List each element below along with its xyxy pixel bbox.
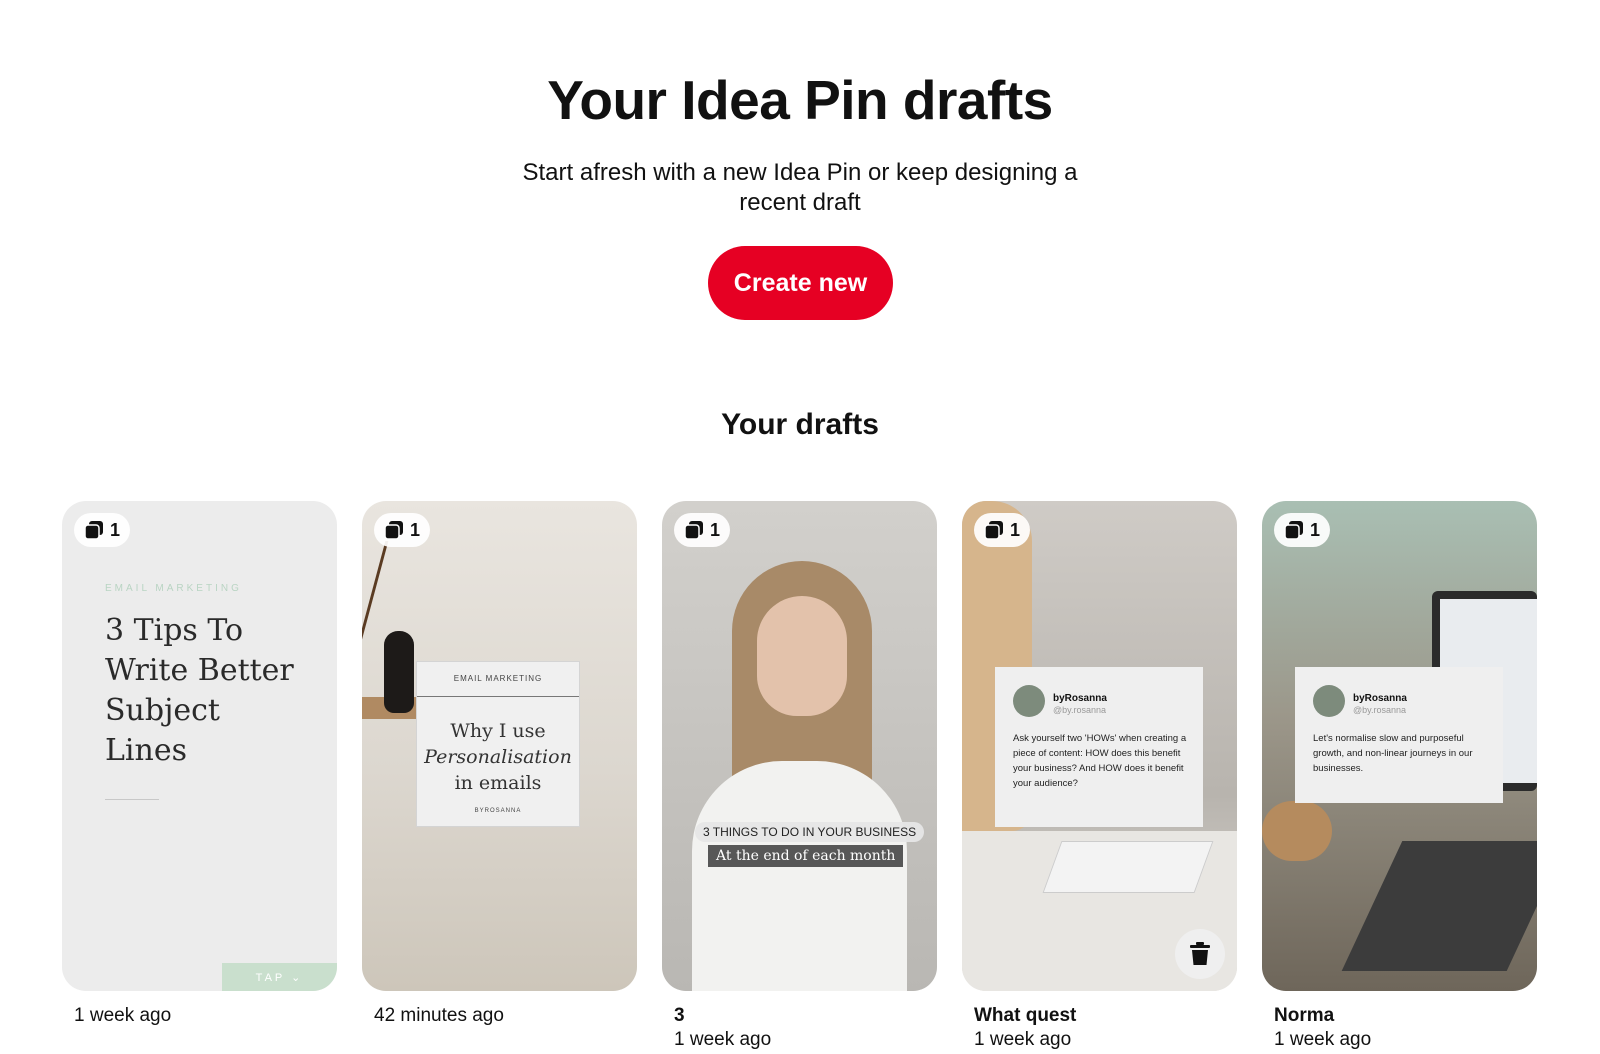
- thumbnail-line-2: Personalisation: [424, 746, 572, 768]
- draft-timestamp: 42 minutes ago: [374, 1005, 504, 1026]
- draft-timestamp: 1 week ago: [1274, 1029, 1372, 1050]
- draft-title: What quest: [974, 1005, 1077, 1026]
- draft-thumbnail[interactable]: 3 THINGS TO DO IN YOUR BUSINESS At the e…: [662, 501, 937, 991]
- tweet-author: byRosanna: [1053, 693, 1107, 704]
- tweet-card: byRosanna @by.rosanna Let's normalise sl…: [1295, 667, 1503, 803]
- pages-stack-icon: [84, 521, 103, 540]
- draft-title: Norma: [1274, 1005, 1335, 1026]
- thumbnail-headline: 3 Tips To Write Better Subject Lines: [105, 613, 294, 768]
- draft-thumbnail[interactable]: byRosanna @by.rosanna Ask yourself two '…: [962, 501, 1237, 991]
- draft-timestamp: 1 week ago: [974, 1029, 1072, 1050]
- draft-card[interactable]: EMAIL MARKETING Why I use Personalisatio…: [362, 501, 637, 1027]
- pages-stack-icon: [684, 521, 703, 540]
- pages-stack-icon: [984, 521, 1003, 540]
- thumbnail-eyebrow: EMAIL MARKETING: [105, 583, 242, 594]
- avatar: [1013, 685, 1045, 717]
- create-new-button[interactable]: Create new: [708, 246, 893, 320]
- thumbnail-caption-1: 3 THINGS TO DO IN YOUR BUSINESS: [695, 822, 925, 842]
- page-count: 1: [1310, 519, 1321, 540]
- delete-draft-button[interactable]: [1175, 929, 1225, 979]
- page-count: 1: [710, 519, 721, 540]
- vase: [384, 631, 414, 713]
- draft-card[interactable]: byRosanna @by.rosanna Ask yourself two '…: [962, 501, 1237, 1051]
- draft-timestamp: 1 week ago: [674, 1029, 772, 1050]
- divider: [417, 696, 579, 697]
- tweet-handle: @by.rosanna: [1053, 705, 1106, 715]
- pages-stack-icon: [384, 521, 403, 540]
- draft-title: 3: [674, 1005, 685, 1026]
- tweet-author: byRosanna: [1353, 693, 1407, 704]
- draft-card[interactable]: byRosanna @by.rosanna Let's normalise sl…: [1262, 501, 1537, 1051]
- laptop-keyboard: [1341, 841, 1537, 971]
- keyboard: [1042, 841, 1214, 893]
- plant-leaf: [362, 541, 449, 641]
- tweet-body: Ask yourself two 'HOWs' when creating a …: [1013, 733, 1187, 789]
- thumbnail-line-3: in emails: [454, 772, 542, 794]
- draft-card[interactable]: 3 THINGS TO DO IN YOUR BUSINESS At the e…: [662, 501, 937, 1051]
- draft-thumbnail[interactable]: EMAIL MARKETING 3 Tips To Write Better S…: [62, 501, 337, 991]
- pastry: [1262, 801, 1332, 861]
- page-count-badge: 1: [674, 513, 731, 547]
- thumbnail-byline: BYROSANNA: [474, 808, 522, 814]
- draft-card[interactable]: EMAIL MARKETING 3 Tips To Write Better S…: [62, 501, 337, 1027]
- tweet-handle: @by.rosanna: [1353, 705, 1406, 715]
- page-subtitle: Start afresh with a new Idea Pin or keep…: [522, 159, 1078, 216]
- tap-label: TAP ⌄: [222, 963, 337, 991]
- drafts-section-title: Your drafts: [721, 408, 879, 441]
- thumbnail-line-1: Why I use: [450, 720, 546, 742]
- page-count: 1: [1010, 519, 1021, 540]
- page-count-badge: 1: [74, 513, 131, 547]
- trash-icon: [1190, 942, 1210, 965]
- page-count-badge: 1: [1274, 513, 1331, 547]
- pages-stack-icon: [1284, 521, 1303, 540]
- draft-thumbnail[interactable]: byRosanna @by.rosanna Let's normalise sl…: [1262, 501, 1537, 991]
- person-face: [757, 596, 847, 716]
- avatar: [1313, 685, 1345, 717]
- page-count-badge: 1: [374, 513, 431, 547]
- page-count-badge: 1: [974, 513, 1031, 547]
- page-count: 1: [410, 519, 421, 540]
- tweet-body: Let's normalise slow and purposeful grow…: [1313, 733, 1473, 774]
- page-count: 1: [110, 519, 121, 540]
- person-shirt: [692, 761, 907, 991]
- tweet-card: byRosanna @by.rosanna Ask yourself two '…: [995, 667, 1203, 827]
- page-title: Your Idea Pin drafts: [547, 69, 1053, 131]
- draft-timestamp: 1 week ago: [74, 1005, 172, 1026]
- draft-thumbnail[interactable]: EMAIL MARKETING Why I use Personalisatio…: [362, 501, 637, 991]
- divider: [105, 799, 159, 800]
- thumbnail-caption-2: At the end of each month: [708, 845, 904, 867]
- thumbnail-note-card: EMAIL MARKETING Why I use Personalisatio…: [416, 661, 580, 827]
- thumbnail-eyebrow: EMAIL MARKETING: [453, 674, 543, 683]
